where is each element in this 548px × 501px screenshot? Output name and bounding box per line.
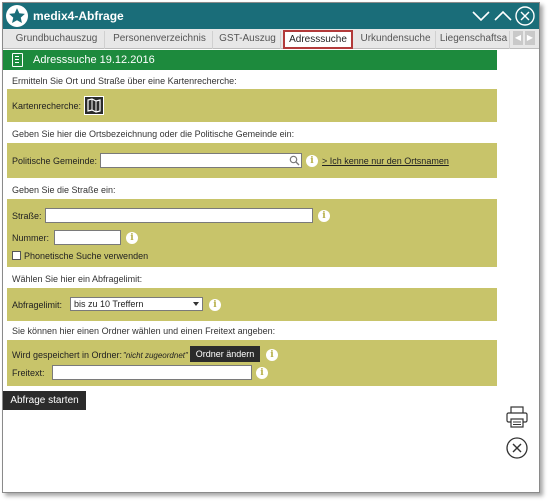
section-header: Adresssuche 19.12.2016	[3, 50, 497, 70]
dropdown-arrow-icon	[193, 302, 199, 306]
municipality-input[interactable]	[100, 153, 302, 168]
tab-scroll-right-icon[interactable]: ▶	[525, 31, 535, 45]
map-label: Kartenrecherche:	[12, 101, 82, 111]
app-window: medix4-Abfrage Grundbuchauszug Personenv…	[2, 2, 540, 493]
map-icon	[87, 98, 101, 113]
change-folder-button[interactable]: Ordner ändern	[190, 346, 260, 362]
info-icon[interactable]: i	[126, 232, 138, 244]
chevron-up-icon[interactable]	[492, 5, 514, 27]
section-title: Adresssuche 19.12.2016	[33, 54, 155, 66]
tab-liegenschaft[interactable]: Liegenschaftsa	[438, 31, 510, 49]
municipality-panel: Politische Gemeinde: i > Ich kenne nur d…	[7, 143, 497, 178]
tab-personenverzeichnis[interactable]: Personenverzeichnis	[107, 31, 213, 49]
limit-label: Abfragelimit:	[12, 300, 63, 310]
map-search-button[interactable]	[84, 96, 104, 115]
municipality-instruction: Geben Sie hier die Ortsbezeichnung oder …	[12, 129, 295, 139]
tab-scroll-left-icon[interactable]: ◀	[513, 31, 523, 45]
municipality-label: Politische Gemeinde:	[12, 156, 98, 166]
print-icon[interactable]	[505, 405, 529, 431]
info-icon[interactable]: i	[306, 155, 318, 167]
star-logo-icon	[6, 5, 28, 27]
window-title: medix4-Abfrage	[33, 9, 124, 23]
limit-panel: Abfragelimit: bis zu 10 Treffern i	[7, 288, 497, 321]
search-icon[interactable]	[289, 155, 300, 168]
street-input[interactable]	[45, 208, 313, 223]
limit-select[interactable]: bis zu 10 Treffern	[70, 297, 203, 311]
phonetic-checkbox[interactable]	[12, 251, 21, 260]
tab-grundbuchauszug[interactable]: Grundbuchauszug	[9, 31, 105, 49]
street-instruction: Geben Sie die Straße ein:	[12, 185, 116, 195]
notebook-icon	[12, 53, 23, 67]
saved-folder-label: Wird gespeichert in Ordner:	[12, 350, 123, 360]
folder-panel: Wird gespeichert in Ordner: "nicht zugeo…	[7, 340, 497, 386]
close-icon[interactable]	[514, 5, 536, 27]
limit-selected-value: bis zu 10 Treffern	[74, 299, 144, 309]
street-panel: Straße: i Nummer: i Phonetische Suche ve…	[7, 199, 497, 267]
freetext-label: Freitext:	[12, 368, 45, 378]
info-icon[interactable]: i	[318, 210, 330, 222]
phonetic-label: Phonetische Suche verwenden	[24, 251, 149, 261]
chevron-down-icon[interactable]	[470, 5, 492, 27]
tab-urkundensuche[interactable]: Urkundensuche	[356, 31, 436, 49]
tab-adresssuche[interactable]: Adresssuche	[283, 30, 353, 49]
place-name-only-link[interactable]: > Ich kenne nur den Ortsnamen	[322, 156, 449, 166]
tab-bar: Grundbuchauszug Personenverzeichnis GST-…	[3, 29, 539, 49]
freetext-input[interactable]	[52, 365, 252, 380]
close-circle-icon[interactable]	[505, 436, 529, 462]
folder-instruction: Sie können hier einen Ordner wählen und …	[12, 326, 276, 336]
number-label: Nummer:	[12, 233, 50, 243]
title-bar: medix4-Abfrage	[3, 3, 539, 29]
limit-instruction: Wählen Sie hier ein Abfragelimit:	[12, 274, 143, 284]
number-input[interactable]	[54, 230, 121, 245]
map-panel: Kartenrecherche:	[7, 89, 497, 122]
street-label: Straße:	[12, 211, 42, 221]
info-icon[interactable]: i	[266, 349, 278, 361]
info-icon[interactable]: i	[209, 299, 221, 311]
map-instruction: Ermitteln Sie Ort und Straße über eine K…	[12, 76, 237, 86]
start-query-button[interactable]: Abfrage starten	[3, 391, 86, 410]
tab-gst-auszug[interactable]: GST-Auszug	[215, 31, 281, 49]
info-icon[interactable]: i	[256, 367, 268, 379]
saved-folder-value: "nicht zugeordnet"	[123, 351, 188, 360]
